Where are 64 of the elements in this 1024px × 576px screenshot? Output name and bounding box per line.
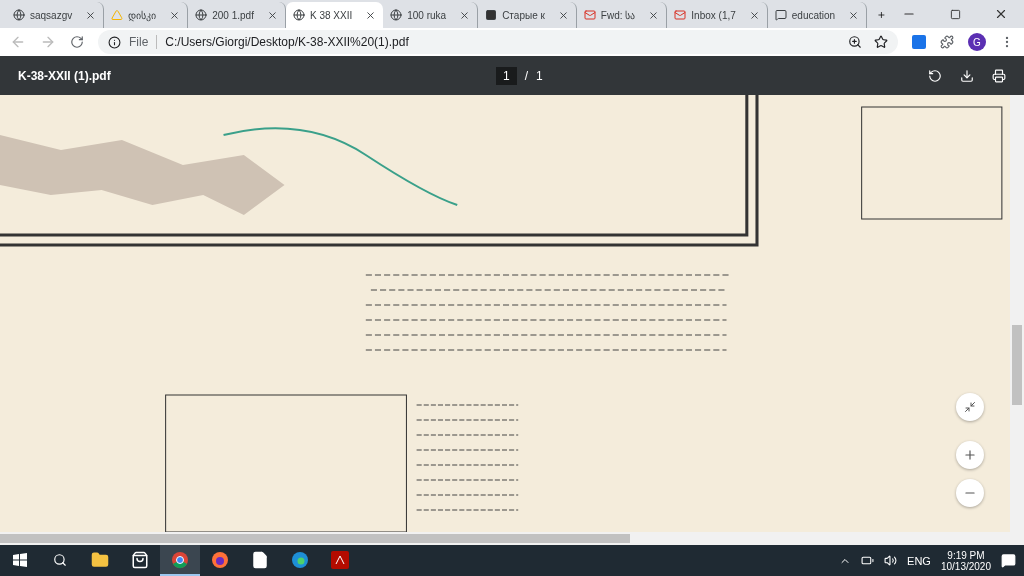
triangle-icon bbox=[111, 9, 124, 21]
page-number-field[interactable]: 1 bbox=[495, 66, 517, 85]
horizontal-scrollbar[interactable] bbox=[0, 532, 1024, 545]
profile-avatar[interactable]: G bbox=[968, 33, 986, 51]
tab-title: დისკი bbox=[128, 9, 157, 21]
shrink-icon bbox=[964, 401, 976, 413]
speaker-icon[interactable] bbox=[884, 554, 898, 567]
circle-logo-icon bbox=[291, 550, 309, 569]
globe-icon bbox=[195, 9, 208, 21]
tab-title: 200 1.pdf bbox=[212, 9, 254, 21]
search-icon bbox=[53, 552, 67, 567]
mail-icon bbox=[583, 9, 596, 21]
download-icon[interactable] bbox=[960, 68, 974, 83]
scheme-label: File bbox=[129, 35, 158, 49]
folder-icon bbox=[91, 550, 109, 569]
mail-icon bbox=[674, 9, 687, 21]
close-icon[interactable] bbox=[169, 9, 181, 21]
clock[interactable]: 9:19 PM 10/13/2020 bbox=[940, 549, 991, 572]
tab-title: Fwd: სა bbox=[600, 9, 636, 21]
battery-icon[interactable] bbox=[861, 554, 875, 567]
windows-logo-icon bbox=[13, 552, 27, 567]
browser-tab[interactable]: K 38 XXII bbox=[285, 2, 384, 28]
reload-icon[interactable] bbox=[70, 35, 84, 49]
document-title: K-38-XXII (1).pdf bbox=[18, 68, 111, 83]
plus-icon bbox=[963, 448, 977, 462]
page-total: 1 bbox=[536, 68, 543, 83]
square-icon bbox=[485, 9, 498, 21]
language-indicator[interactable]: ENG bbox=[907, 554, 931, 567]
address-field[interactable]: File C:/Users/Giorgi/Desktop/K-38-XXII%20(1).pdf bbox=[98, 30, 898, 54]
close-icon[interactable] bbox=[266, 9, 278, 21]
close-icon[interactable] bbox=[459, 9, 471, 21]
tab-title: Старые к bbox=[502, 9, 545, 21]
bookmark-star-icon[interactable] bbox=[874, 35, 888, 49]
shopping-bag-icon bbox=[131, 550, 149, 569]
close-icon[interactable] bbox=[748, 9, 760, 21]
page-separator: / bbox=[524, 68, 528, 83]
tab-title: Inbox (1,7 bbox=[691, 9, 736, 21]
vertical-scrollbar[interactable] bbox=[1010, 95, 1024, 532]
zoom-icon[interactable] bbox=[848, 35, 862, 49]
file-icon bbox=[251, 550, 269, 569]
close-icon[interactable] bbox=[365, 9, 377, 21]
tab-title: 100 ruka bbox=[407, 9, 447, 21]
circle-logo-icon bbox=[211, 550, 229, 569]
tab-title: saqsazgv bbox=[30, 9, 73, 21]
circle-logo-icon bbox=[171, 550, 189, 569]
tab-title: K 38 XXII bbox=[309, 9, 353, 21]
close-icon[interactable] bbox=[848, 9, 860, 21]
puzzle-icon[interactable] bbox=[940, 35, 954, 49]
info-icon[interactable] bbox=[108, 35, 121, 49]
chat-icon bbox=[774, 9, 787, 21]
globe-icon bbox=[13, 9, 25, 21]
globe-icon bbox=[292, 9, 305, 21]
maximize-icon bbox=[949, 8, 961, 20]
close-icon[interactable] bbox=[557, 9, 569, 21]
print-icon[interactable] bbox=[992, 68, 1006, 83]
close-icon[interactable] bbox=[85, 9, 97, 21]
globe-icon bbox=[390, 9, 403, 21]
tab-title: education bbox=[791, 9, 836, 21]
close-icon bbox=[994, 7, 1008, 21]
document-app-icon bbox=[331, 550, 349, 569]
notifications-icon[interactable] bbox=[1001, 553, 1016, 568]
close-icon[interactable] bbox=[648, 9, 660, 21]
url-text: C:/Users/Giorgi/Desktop/K-38-XXII%20(1).pdf bbox=[165, 35, 409, 49]
rotate-icon[interactable] bbox=[928, 68, 942, 83]
